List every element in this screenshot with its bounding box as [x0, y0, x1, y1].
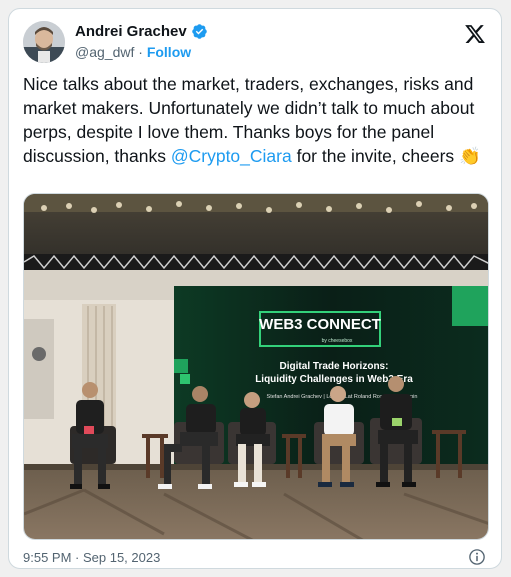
follow-button[interactable]: Follow: [147, 44, 191, 60]
author-avatar[interactable]: [23, 21, 65, 63]
tweet-text: Nice talks about the market, traders, ex…: [23, 72, 493, 168]
author-name-row: Andrei Grachev: [75, 23, 208, 40]
clapping-hands-emoji: 👏: [459, 146, 481, 166]
separator-dot: ·: [138, 44, 143, 60]
mention-link[interactable]: @Crypto_Ciara: [171, 146, 292, 166]
screen-logo-sub: by cheesebox: [322, 338, 353, 344]
x-logo-icon[interactable]: [464, 23, 486, 45]
screen-logo: WEB3 CONNECT: [259, 316, 381, 333]
author-handle-row: @ag_dwf · Follow: [75, 44, 191, 60]
verified-badge-icon: [191, 24, 207, 39]
tweet-timestamp[interactable]: 9:55 PM · Sep 15, 2023: [23, 550, 160, 565]
author-handle[interactable]: @ag_dwf: [75, 44, 134, 60]
author-name[interactable]: Andrei Grachev: [75, 23, 187, 40]
tweet-photo[interactable]: WEB3 CONNECT by cheesebox Digital Trade …: [23, 193, 489, 540]
info-icon[interactable]: [468, 548, 486, 566]
screen-title-1: Digital Trade Horizons:: [280, 361, 389, 372]
tweet-text-tail: for the invite, cheers: [291, 146, 460, 166]
tweet-card: Andrei Grachev @ag_dwf · Follow Nice tal…: [8, 8, 502, 569]
